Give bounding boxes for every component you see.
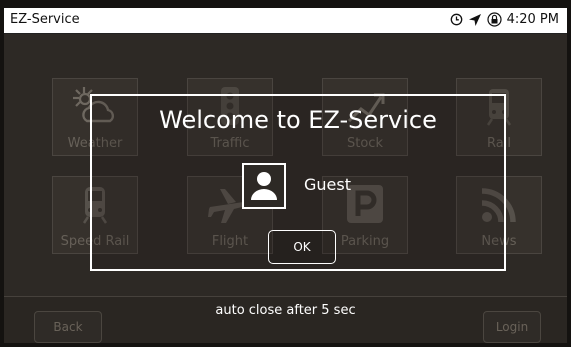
lock-icon: [487, 12, 502, 27]
app-title: EZ-Service: [10, 12, 80, 27]
welcome-dialog: Welcome to EZ-Service Guest OK: [90, 94, 506, 271]
user-icon: [251, 172, 277, 200]
ok-button[interactable]: OK: [268, 230, 336, 264]
dialog-title: Welcome to EZ-Service: [159, 106, 437, 134]
status-time: 4:20 PM: [506, 12, 559, 27]
location-arrow-icon: [468, 13, 482, 27]
status-indicators: 4:20 PM: [450, 12, 559, 27]
screen: EZ-Service 4:20 PM Weather Traffic Stock…: [4, 8, 567, 343]
guest-avatar: [242, 163, 286, 209]
status-bar: EZ-Service 4:20 PM: [4, 8, 567, 34]
clock-icon: [450, 13, 463, 26]
device-frame: EZ-Service 4:20 PM Weather Traffic Stock…: [0, 0, 571, 347]
bottom-bar: Back auto close after 5 sec Login: [4, 296, 567, 343]
login-button[interactable]: Login: [483, 311, 541, 343]
guest-label: Guest: [304, 175, 351, 194]
